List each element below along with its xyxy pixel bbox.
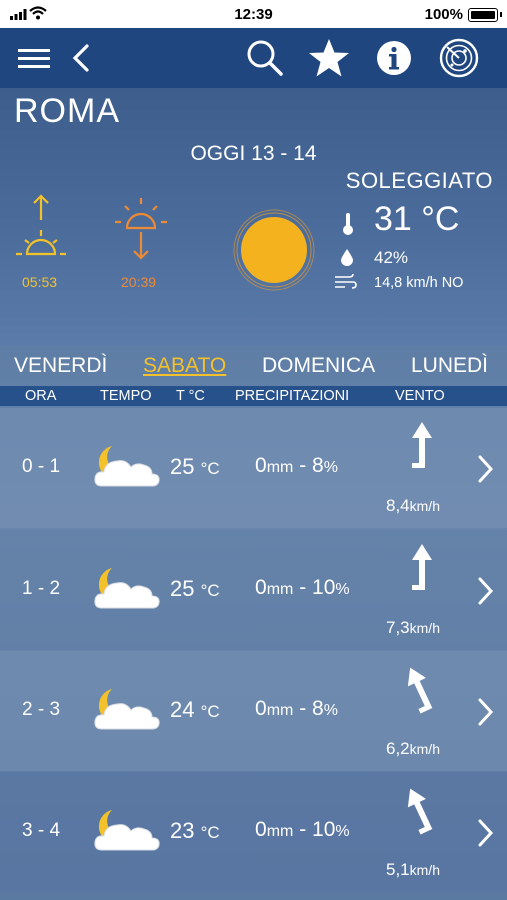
humidity-value: 42%: [374, 248, 409, 267]
row-hour: 0 - 1: [22, 456, 61, 477]
partly-cloudy-night-icon: [94, 810, 160, 851]
sunrise-icon: [16, 194, 66, 256]
today-label: OGGI 13 - 14: [190, 142, 317, 165]
star-icon[interactable]: [307, 38, 351, 78]
city-name: ROMA: [14, 92, 120, 130]
chevron-right-icon[interactable]: [474, 818, 496, 848]
row-hour: 2 - 3: [22, 699, 61, 720]
column-headers: ORA TEMPO T °C PRECIPITAZIONI VENTO: [0, 386, 507, 406]
search-icon[interactable]: [244, 38, 286, 78]
thermometer-icon: [343, 213, 353, 235]
condition-label: SOLEGGIATO: [345, 168, 493, 193]
back-icon[interactable]: [68, 38, 94, 78]
hour-row[interactable]: 1 - 2 25 °C 0mm - 10% 7,3km/h: [0, 530, 507, 650]
toolbar: [0, 28, 507, 88]
row-hour: 3 - 4: [22, 820, 61, 841]
humidity-icon: [341, 249, 353, 266]
row-precipitation: 0mm - 10%: [255, 818, 350, 841]
current-temperature: 31 °C: [374, 200, 460, 238]
tab-sabato[interactable]: SABATO: [143, 354, 226, 378]
info-icon[interactable]: [375, 38, 413, 78]
sunset-icon: [115, 198, 167, 260]
row-precipitation: 0mm - 10%: [255, 576, 350, 599]
day-tabs: VENERDÌ SABATO DOMENICA LUNEDÌ: [0, 346, 507, 386]
battery-percent: 100%: [424, 6, 463, 23]
current-weather-panel: ROMA OGGI 13 - 14 SOLEGGIATO 05:53 20:39…: [0, 88, 507, 346]
col-temp: T °C: [176, 388, 205, 404]
partly-cloudy-night-icon: [94, 446, 160, 487]
battery-icon: [468, 8, 498, 22]
sun-icon: [233, 209, 315, 291]
wind-icon: [335, 273, 357, 289]
row-wind-speed: 7,3km/h: [386, 618, 440, 637]
wind-direction-icon: [412, 544, 432, 590]
chevron-right-icon[interactable]: [474, 576, 496, 606]
col-wind: VENTO: [395, 388, 445, 404]
tab-lunedi[interactable]: LUNEDÌ: [411, 354, 488, 378]
chevron-right-icon[interactable]: [474, 454, 496, 484]
current-wind: 14,8 km/h NO: [374, 275, 464, 291]
sunrise-time: 05:53: [22, 274, 58, 290]
row-temperature: 25 °C: [170, 454, 220, 479]
col-weather: TEMPO: [100, 388, 152, 404]
wind-direction-icon: [407, 788, 433, 835]
hour-row[interactable]: 0 - 1 25 °C 0mm - 8% 8,4km/h: [0, 408, 507, 528]
row-temperature: 24 °C: [170, 697, 220, 722]
status-bar: 12:39 100%: [0, 0, 507, 28]
hour-row[interactable]: 3 - 4 23 °C 0mm - 10% 5,1km/h: [0, 772, 507, 892]
row-temperature: 23 °C: [170, 818, 220, 843]
sunset-time: 20:39: [121, 274, 157, 290]
partly-cloudy-night-icon: [94, 568, 160, 609]
partly-cloudy-night-icon: [94, 689, 160, 730]
col-hour: ORA: [25, 388, 57, 404]
tab-domenica[interactable]: DOMENICA: [262, 354, 375, 378]
wind-direction-icon: [412, 422, 432, 468]
wind-direction-icon: [407, 667, 433, 714]
col-precip: PRECIPITAZIONI: [235, 388, 350, 404]
menu-icon[interactable]: [16, 38, 52, 78]
row-wind-speed: 5,1km/h: [386, 860, 440, 879]
row-precipitation: 0mm - 8%: [255, 697, 338, 720]
row-precipitation: 0mm - 8%: [255, 454, 338, 477]
row-wind-speed: 6,2km/h: [386, 739, 440, 758]
row-wind-speed: 8,4km/h: [386, 496, 440, 515]
chevron-right-icon[interactable]: [474, 697, 496, 727]
hour-row[interactable]: 2 - 3 24 °C 0mm - 8% 6,2km/h: [0, 651, 507, 771]
row-temperature: 25 °C: [170, 576, 220, 601]
row-hour: 1 - 2: [22, 578, 61, 599]
radar-icon[interactable]: [438, 38, 480, 78]
tab-venerdi[interactable]: VENERDÌ: [14, 354, 107, 378]
